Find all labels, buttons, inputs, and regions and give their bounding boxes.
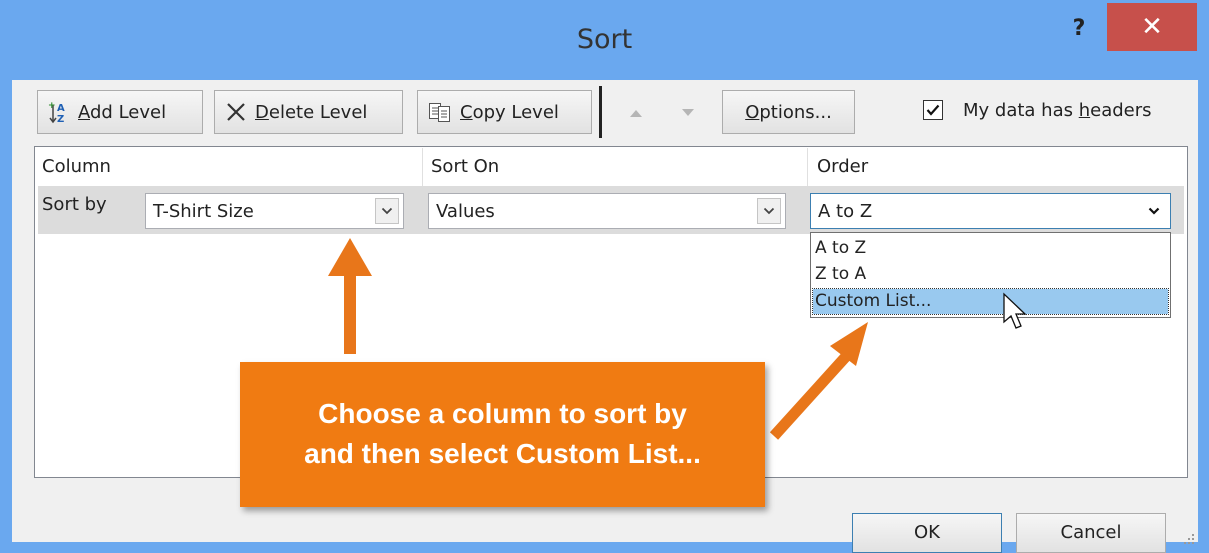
callout-line-1: Choose a column to sort by — [318, 398, 687, 429]
mouse-cursor-icon — [1003, 292, 1027, 329]
arrow-up-icon — [328, 238, 372, 354]
tutorial-callout: Choose a column to sort by and then sele… — [240, 362, 765, 507]
callout-line-2: and then select Custom List... — [304, 438, 701, 469]
arrow-diagonal-icon — [769, 322, 868, 440]
